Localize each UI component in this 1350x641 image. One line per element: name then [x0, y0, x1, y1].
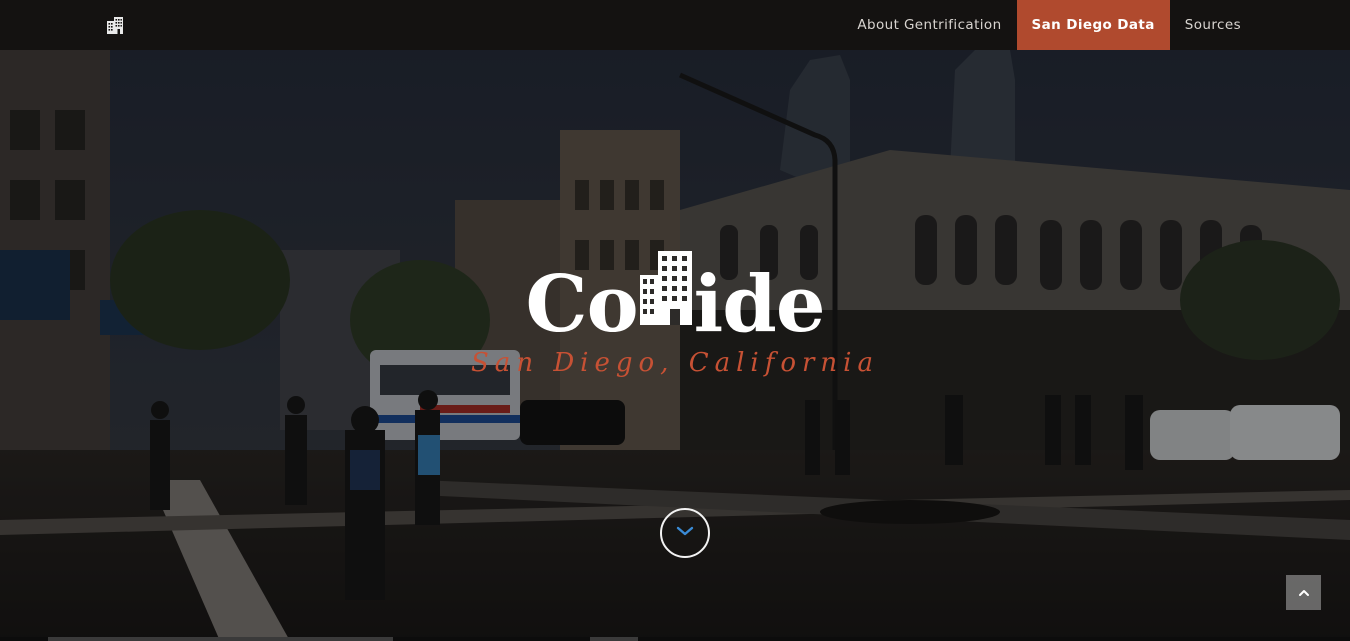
logo-text-prefix: Co — [525, 259, 639, 350]
nav-about-gentrification[interactable]: About Gentrification — [842, 0, 1016, 50]
nav-sources[interactable]: Sources — [1170, 0, 1256, 50]
hero-tagline: San Diego, California — [471, 348, 879, 378]
chevron-up-icon — [1298, 584, 1310, 602]
logo-text-suffix: ide — [693, 259, 826, 350]
chevron-down-icon — [676, 524, 694, 542]
back-to-top-button[interactable] — [1286, 575, 1321, 610]
nav-san-diego-data[interactable]: San Diego Data — [1016, 0, 1170, 50]
site-logo: Co ide — [0, 251, 1350, 350]
building-icon — [639, 251, 692, 338]
building-icon[interactable] — [105, 15, 125, 35]
scroll-down-button[interactable] — [660, 508, 710, 558]
navbar: About Gentrification San Diego Data Sour… — [0, 0, 1350, 50]
hero-section: Co ide San Diego, California — [0, 50, 1350, 641]
page-bottom-edge — [0, 637, 1350, 641]
main-nav: About Gentrification San Diego Data Sour… — [842, 0, 1256, 50]
